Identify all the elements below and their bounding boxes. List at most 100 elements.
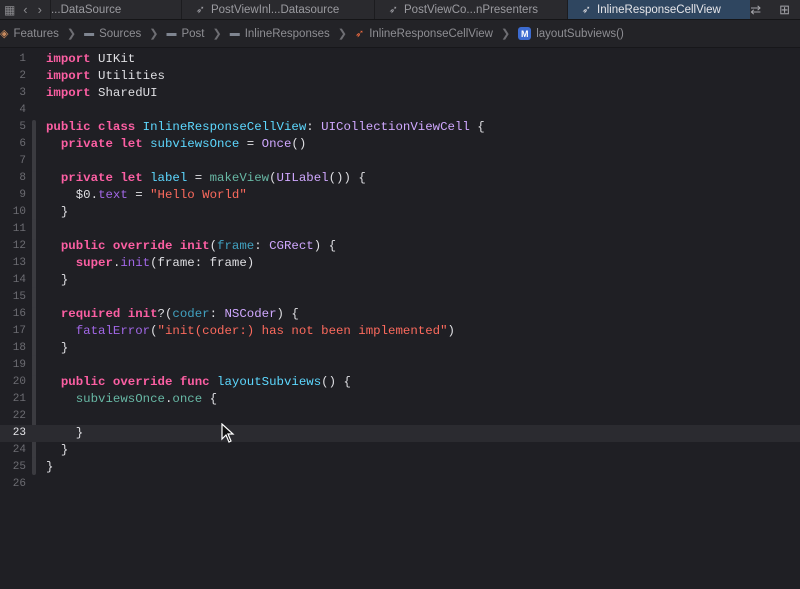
line-number: 25 bbox=[12, 461, 26, 473]
breadcrumb-item-post[interactable]: ▬ Post bbox=[166, 28, 204, 40]
code-token: } bbox=[46, 460, 54, 474]
code-text: } bbox=[46, 340, 68, 357]
code-line[interactable]: 9 $0.text = "Hello World" bbox=[0, 187, 800, 204]
code-line[interactable]: 6 private let subviewsOnce = Once() bbox=[0, 136, 800, 153]
code-token: import bbox=[46, 86, 91, 100]
grid-icon[interactable]: ▦ bbox=[0, 0, 19, 19]
code-line[interactable]: 5 public class InlineResponseCellView: UI… bbox=[0, 119, 800, 136]
code-line[interactable]: 10 } bbox=[0, 204, 800, 221]
tab-label: ...DataSource bbox=[50, 3, 122, 16]
code-line[interactable]: 15 bbox=[0, 289, 800, 306]
folder-icon: ▬ bbox=[229, 28, 240, 39]
code-line[interactable]: 8 private let label = makeView(UILabel()… bbox=[0, 170, 800, 187]
code-line[interactable]: 13 super.init(frame: frame) bbox=[0, 255, 800, 272]
swift-file-icon: ➶ bbox=[388, 4, 398, 16]
mouse-pointer-icon bbox=[221, 423, 235, 443]
code-token: () { bbox=[321, 375, 351, 389]
code-text: import UIKit bbox=[46, 51, 135, 68]
code-text: public class InlineResponseCellView: UIC… bbox=[46, 119, 485, 136]
code-line[interactable]: 18 } bbox=[0, 340, 800, 357]
code-token: { bbox=[469, 120, 485, 134]
breadcrumb-label: Sources bbox=[99, 27, 142, 40]
code-text: } bbox=[46, 272, 68, 289]
swift-file-icon: ➶ bbox=[581, 4, 592, 16]
code-editor[interactable]: 1 import UIKit 2 import Utilities 3 import Sh… bbox=[0, 48, 800, 589]
breadcrumb-item-file[interactable]: ➶ InlineResponseCellView bbox=[355, 27, 493, 41]
tab-postviewinl-datasource[interactable]: ➶ PostViewInl...Datasource bbox=[180, 0, 374, 19]
code-line[interactable]: 17 fatalError("init(coder:) has not been… bbox=[0, 323, 800, 340]
code-token: init bbox=[120, 256, 151, 270]
line-number: 9 bbox=[19, 189, 26, 201]
code-line[interactable]: 23 } bbox=[0, 425, 800, 442]
line-number: 19 bbox=[12, 359, 26, 371]
code-token: () bbox=[291, 137, 307, 151]
code-line[interactable]: 3 import SharedUI bbox=[0, 85, 800, 102]
line-number: 7 bbox=[19, 155, 26, 167]
code-token: label bbox=[150, 171, 188, 185]
code-text: } bbox=[46, 442, 68, 459]
breadcrumb-label: layoutSubviews() bbox=[536, 27, 624, 40]
code-line[interactable]: 1 import UIKit bbox=[0, 51, 800, 68]
tab-label: InlineResponseCellView bbox=[597, 3, 721, 16]
code-text: required init?(coder: NSCoder) { bbox=[46, 306, 299, 323]
forward-arrow-icon[interactable]: › bbox=[38, 2, 42, 17]
code-token: UILabel bbox=[276, 171, 329, 185]
code-line[interactable]: 24 } bbox=[0, 442, 800, 459]
code-token: text bbox=[98, 188, 128, 202]
breadcrumb-item-inlineresponses[interactable]: ▬ InlineResponses bbox=[230, 28, 330, 40]
code-token: } bbox=[46, 426, 84, 440]
code-token: ?( bbox=[157, 307, 173, 321]
code-line[interactable]: 16 required init?(coder: NSCoder) { bbox=[0, 306, 800, 323]
tab-datasource[interactable]: ...DataSource bbox=[49, 0, 181, 19]
code-line[interactable]: 25} bbox=[0, 459, 800, 476]
line-number: 16 bbox=[12, 308, 26, 320]
code-line[interactable]: 21 subviewsOnce.once { bbox=[0, 391, 800, 408]
code-token: { bbox=[202, 392, 218, 406]
xcode-window: ▦ ‹ › ...DataSource ➶ PostViewInl...Data… bbox=[0, 0, 800, 589]
code-line[interactable]: 14 } bbox=[0, 272, 800, 289]
code-line[interactable]: 26 bbox=[0, 476, 800, 493]
tab-bar: ▦ ‹ › ...DataSource ➶ PostViewInl...Data… bbox=[0, 0, 800, 20]
line-number: 17 bbox=[12, 325, 26, 337]
line-number: 26 bbox=[12, 478, 26, 490]
code-token: } bbox=[46, 273, 69, 287]
breadcrumb-item-features[interactable]: ◈ Features bbox=[0, 27, 59, 41]
code-text: $0.text = "Hello World" bbox=[46, 187, 247, 204]
code-line[interactable]: 7 bbox=[0, 153, 800, 170]
code-line[interactable]: 22 bbox=[0, 408, 800, 425]
line-number: 5 bbox=[19, 121, 26, 133]
swift-file-icon: ➶ bbox=[195, 4, 205, 16]
code-line[interactable]: 11 bbox=[0, 221, 800, 238]
chevron-right-icon: ❯ bbox=[337, 28, 347, 40]
chevron-right-icon: ❯ bbox=[66, 28, 77, 40]
code-token: layoutSubviews bbox=[217, 375, 322, 389]
code-text: public override init(frame: CGRect) { bbox=[46, 238, 336, 255]
add-editor-icon[interactable]: ⊞ bbox=[779, 2, 790, 18]
swap-icon[interactable]: ⇄ bbox=[750, 2, 761, 18]
line-number: 18 bbox=[12, 342, 26, 354]
chevron-right-icon: ❯ bbox=[501, 28, 511, 40]
code-line[interactable]: 12 public override init(frame: CGRect) { bbox=[0, 238, 800, 255]
code-text: import Utilities bbox=[46, 68, 165, 85]
code-token: ( bbox=[209, 239, 218, 253]
line-number: 12 bbox=[12, 240, 26, 252]
code-token: : bbox=[306, 120, 322, 134]
line-number: 3 bbox=[19, 87, 26, 99]
breadcrumb-item-sources[interactable]: ▬ Sources bbox=[84, 28, 141, 40]
code-token: makeView bbox=[209, 171, 270, 185]
code-line[interactable]: 20 public override func layoutSubviews()… bbox=[0, 374, 800, 391]
code-token: ()) { bbox=[328, 171, 366, 185]
tab-postviewco-npresenters[interactable]: ➶ PostViewCo...nPresenters bbox=[373, 0, 567, 19]
code-line[interactable]: 4 bbox=[0, 102, 800, 119]
code-token: = bbox=[127, 188, 151, 202]
code-line[interactable]: 2 import Utilities bbox=[0, 68, 800, 85]
code-line[interactable]: 19 bbox=[0, 357, 800, 374]
back-arrow-icon[interactable]: ‹ bbox=[23, 2, 27, 17]
code-token: super bbox=[75, 256, 113, 270]
tab-inlineresponsecellview[interactable]: ➶ InlineResponseCellView bbox=[566, 0, 751, 19]
breadcrumb-item-method[interactable]: M layoutSubviews() bbox=[518, 27, 624, 40]
code-token: subviewsOnce bbox=[75, 392, 165, 406]
code-token: private let bbox=[60, 171, 143, 185]
code-token: private let bbox=[60, 137, 143, 151]
